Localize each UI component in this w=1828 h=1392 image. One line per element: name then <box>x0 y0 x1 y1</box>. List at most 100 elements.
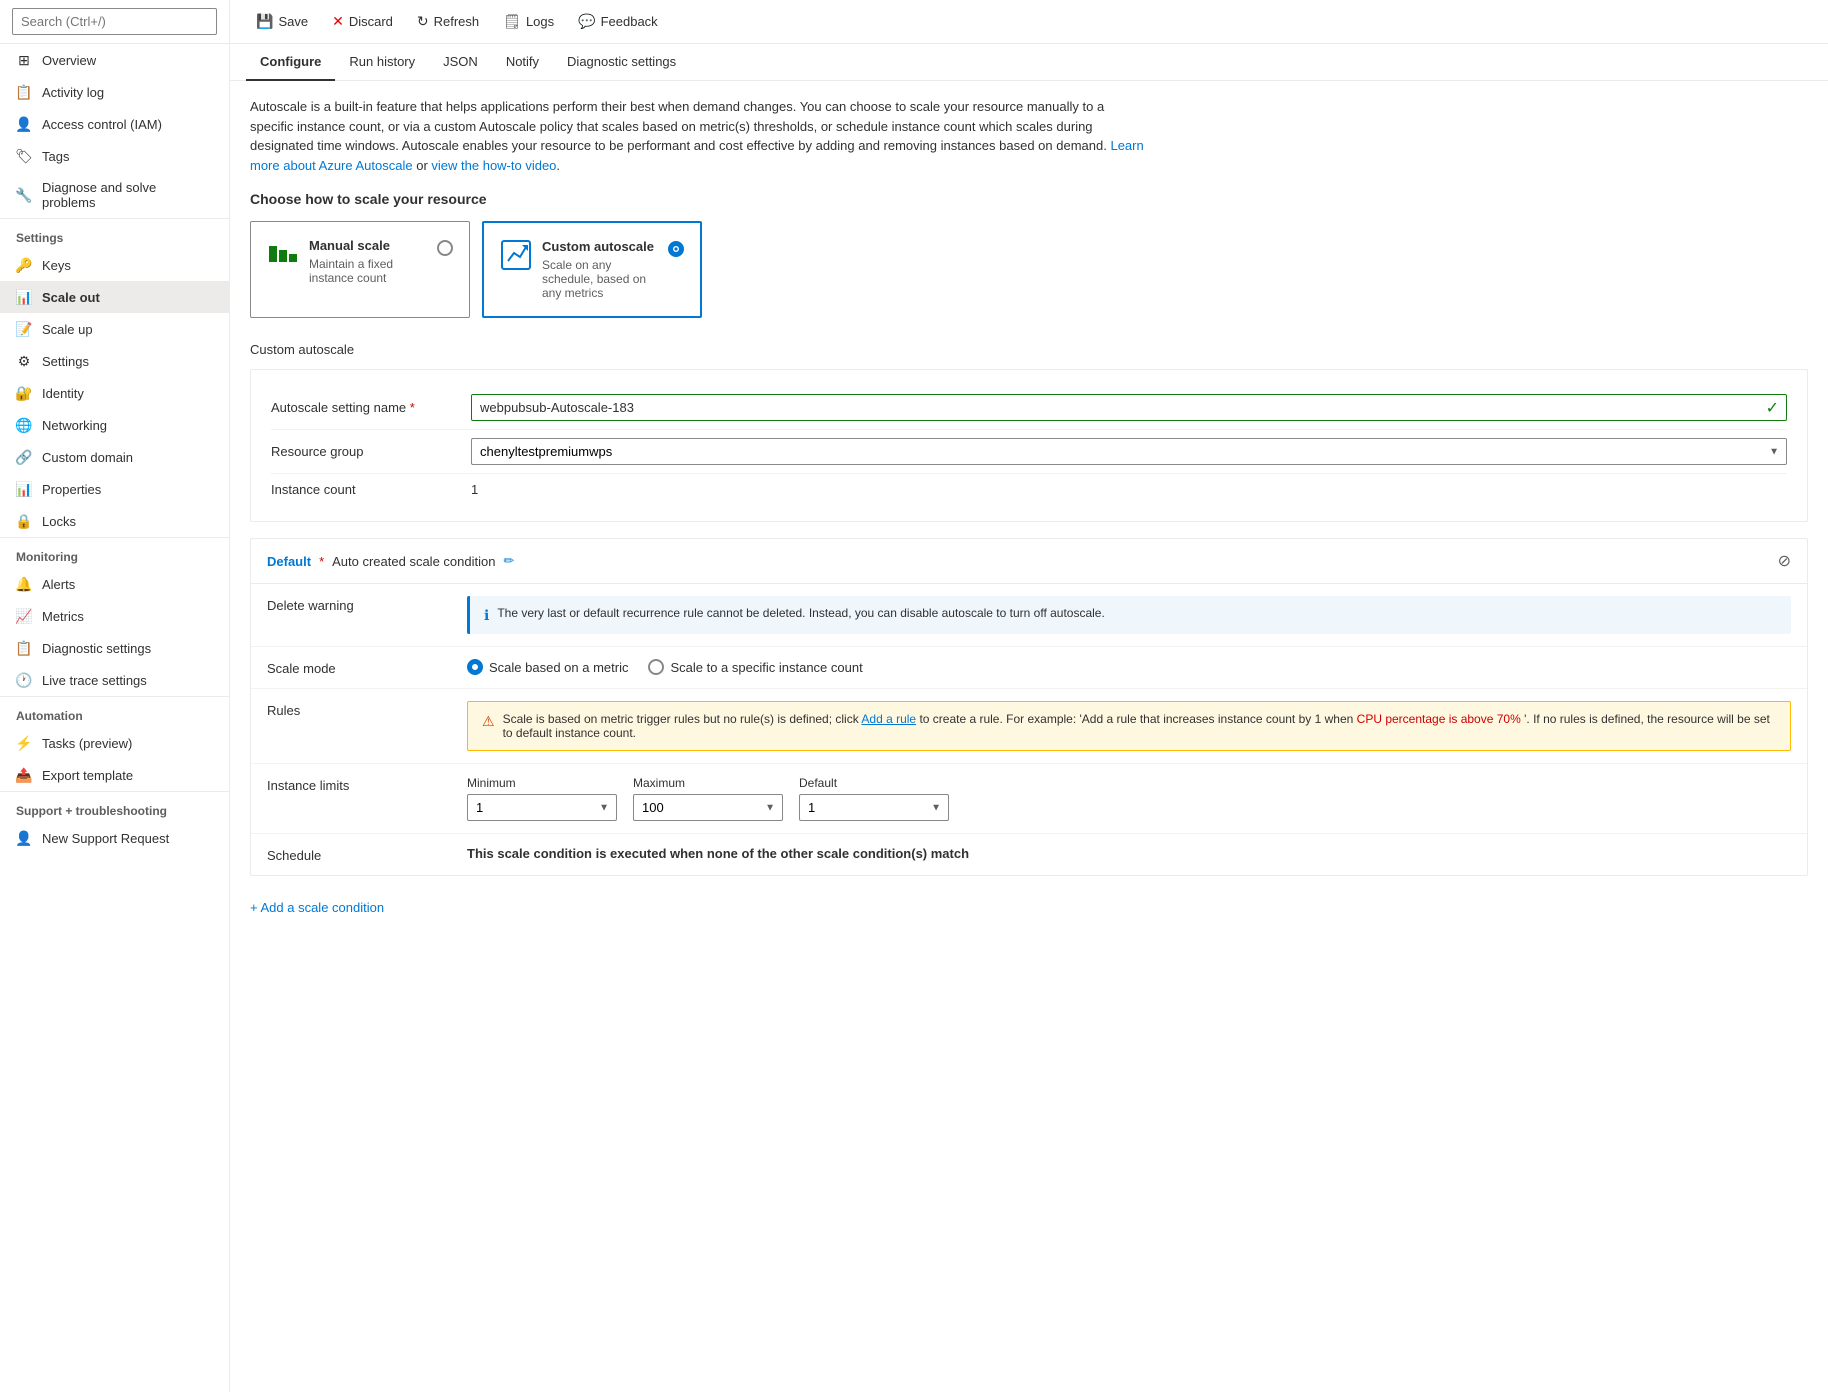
sidebar-item-label: Custom domain <box>42 450 133 465</box>
sidebar-item-label: Properties <box>42 482 101 497</box>
tabs: Configure Run history JSON Notify Diagno… <box>230 44 1828 81</box>
refresh-button[interactable]: ↻ Refresh <box>407 8 489 35</box>
save-button[interactable]: 💾 Save <box>246 8 318 35</box>
add-scale-condition-link[interactable]: + Add a scale condition <box>250 892 1808 923</box>
sidebar-item-overview[interactable]: ⊞ Overview <box>0 44 229 76</box>
sidebar-item-locks[interactable]: 🔒 Locks <box>0 505 229 537</box>
sidebar-item-label: Alerts <box>42 577 75 592</box>
instance-count-value: 1 <box>471 482 1787 497</box>
sidebar-item-activity-log[interactable]: 📋 Activity log <box>0 76 229 108</box>
minimum-label: Minimum <box>467 776 617 790</box>
scale-specific-count-radio[interactable] <box>648 659 664 675</box>
sidebar-item-diagnose[interactable]: 🔧 Diagnose and solve problems <box>0 172 229 218</box>
default-label: Default <box>267 554 311 569</box>
condition-name: Auto created scale condition <box>332 554 495 569</box>
feedback-button[interactable]: 💬 Feedback <box>568 8 668 35</box>
export-template-icon: 📤 <box>16 767 32 783</box>
scale-specific-count-option[interactable]: Scale to a specific instance count <box>648 659 862 675</box>
sidebar-item-metrics[interactable]: 📈 Metrics <box>0 600 229 632</box>
discard-label: Discard <box>349 14 393 29</box>
networking-icon: 🌐 <box>16 417 32 433</box>
autoscale-name-input[interactable] <box>471 394 1787 421</box>
sidebar-item-networking[interactable]: 🌐 Networking <box>0 409 229 441</box>
sidebar-item-new-support[interactable]: 👤 New Support Request <box>0 822 229 854</box>
sidebar-item-keys[interactable]: 🔑 Keys <box>0 249 229 281</box>
tab-json[interactable]: JSON <box>429 44 492 81</box>
refresh-label: Refresh <box>434 14 480 29</box>
custom-autoscale-radio[interactable] <box>668 241 684 257</box>
sidebar-item-properties[interactable]: 📊 Properties <box>0 473 229 505</box>
delete-warning-text: The very last or default recurrence rule… <box>497 606 1104 620</box>
condition-header: Default * Auto created scale condition ✏… <box>251 539 1807 584</box>
custom-autoscale-icon <box>500 239 532 271</box>
sidebar-item-identity[interactable]: 🔐 Identity <box>0 377 229 409</box>
save-label: Save <box>278 14 308 29</box>
manual-scale-icon <box>267 238 299 270</box>
main-content: 💾 Save ✕ Discard ↻ Refresh 🗒 Logs 💬 Feed… <box>230 0 1828 1392</box>
discard-button[interactable]: ✕ Discard <box>322 8 403 35</box>
tab-configure[interactable]: Configure <box>246 44 335 81</box>
manual-scale-card[interactable]: Manual scale Maintain a fixed instance c… <box>250 221 470 318</box>
diagnose-icon: 🔧 <box>16 187 32 203</box>
default-limit-label: Default <box>799 776 949 790</box>
scale-options: Manual scale Maintain a fixed instance c… <box>250 221 1808 318</box>
minimum-select[interactable]: 1 <box>467 794 617 821</box>
sidebar-item-diagnostic-settings[interactable]: 📋 Diagnostic settings <box>0 632 229 664</box>
feedback-label: Feedback <box>601 14 658 29</box>
sidebar-item-settings[interactable]: ⚙ Settings <box>0 345 229 377</box>
scale-out-icon: 📊 <box>16 289 32 305</box>
custom-autoscale-card[interactable]: Custom autoscale Scale on any schedule, … <box>482 221 702 318</box>
sidebar-item-scale-up[interactable]: 📝 Scale up <box>0 313 229 345</box>
resource-group-value: chenyltestpremiumwps ▼ <box>471 438 1787 465</box>
sidebar-item-export-template[interactable]: 📤 Export template <box>0 759 229 791</box>
schedule-value: This scale condition is executed when no… <box>467 846 1791 861</box>
manual-scale-title: Manual scale <box>309 238 427 253</box>
custom-autoscale-content: Custom autoscale Scale on any schedule, … <box>542 239 658 300</box>
sidebar-item-tasks[interactable]: ⚡ Tasks (preview) <box>0 727 229 759</box>
manual-scale-radio[interactable] <box>437 240 453 256</box>
sidebar-item-label: Activity log <box>42 85 104 100</box>
logs-button[interactable]: 🗒 Logs <box>493 8 564 35</box>
rules-warning-box: ⚠ Scale is based on metric trigger rules… <box>467 701 1791 751</box>
rules-label: Rules <box>267 701 467 718</box>
maximum-select-wrapper: 100 ▼ <box>633 794 783 821</box>
sidebar-item-alerts[interactable]: 🔔 Alerts <box>0 568 229 600</box>
schedule-label: Schedule <box>267 846 467 863</box>
properties-icon: 📊 <box>16 481 32 497</box>
search-input[interactable] <box>12 8 217 35</box>
tab-notify[interactable]: Notify <box>492 44 553 81</box>
resource-group-select[interactable]: chenyltestpremiumwps <box>471 438 1787 465</box>
sidebar-item-label: Export template <box>42 768 133 783</box>
scale-based-metric-option[interactable]: Scale based on a metric <box>467 659 628 675</box>
sidebar-item-custom-domain[interactable]: 🔗 Custom domain <box>0 441 229 473</box>
view-video-link[interactable]: view the how-to video <box>431 158 556 173</box>
sidebar-search-container <box>0 0 229 44</box>
maximum-label: Maximum <box>633 776 783 790</box>
sidebar-item-tags[interactable]: 🏷 Tags <box>0 140 229 172</box>
tab-run-history[interactable]: Run history <box>335 44 429 81</box>
autoscale-name-label: Autoscale setting name * <box>271 400 471 415</box>
sidebar-item-label: Diagnose and solve problems <box>42 180 213 210</box>
delete-condition-button[interactable]: ⊘ <box>1778 551 1791 571</box>
instance-limits-label: Instance limits <box>267 776 467 793</box>
sidebar-item-label: New Support Request <box>42 831 169 846</box>
sidebar-item-scale-out[interactable]: 📊 Scale out <box>0 281 229 313</box>
live-trace-icon: 🕐 <box>16 672 32 688</box>
support-section-header: Support + troubleshooting <box>0 791 229 822</box>
sidebar: ⊞ Overview 📋 Activity log 👤 Access contr… <box>0 0 230 1392</box>
feedback-icon: 💬 <box>578 13 595 30</box>
sidebar-item-label: Locks <box>42 514 76 529</box>
scale-mode-options: Scale based on a metric Scale to a speci… <box>467 659 1791 675</box>
tab-diagnostic-settings[interactable]: Diagnostic settings <box>553 44 690 81</box>
default-select[interactable]: 1 <box>799 794 949 821</box>
automation-section-header: Automation <box>0 696 229 727</box>
add-rule-link[interactable]: Add a rule <box>861 712 916 726</box>
scale-based-metric-radio[interactable] <box>467 659 483 675</box>
maximum-select[interactable]: 100 <box>633 794 783 821</box>
sidebar-item-label: Overview <box>42 53 96 68</box>
edit-condition-icon[interactable]: ✏ <box>503 553 514 569</box>
sidebar-item-live-trace[interactable]: 🕐 Live trace settings <box>0 664 229 696</box>
logs-label: Logs <box>526 14 554 29</box>
keys-icon: 🔑 <box>16 257 32 273</box>
sidebar-item-access-control[interactable]: 👤 Access control (IAM) <box>0 108 229 140</box>
